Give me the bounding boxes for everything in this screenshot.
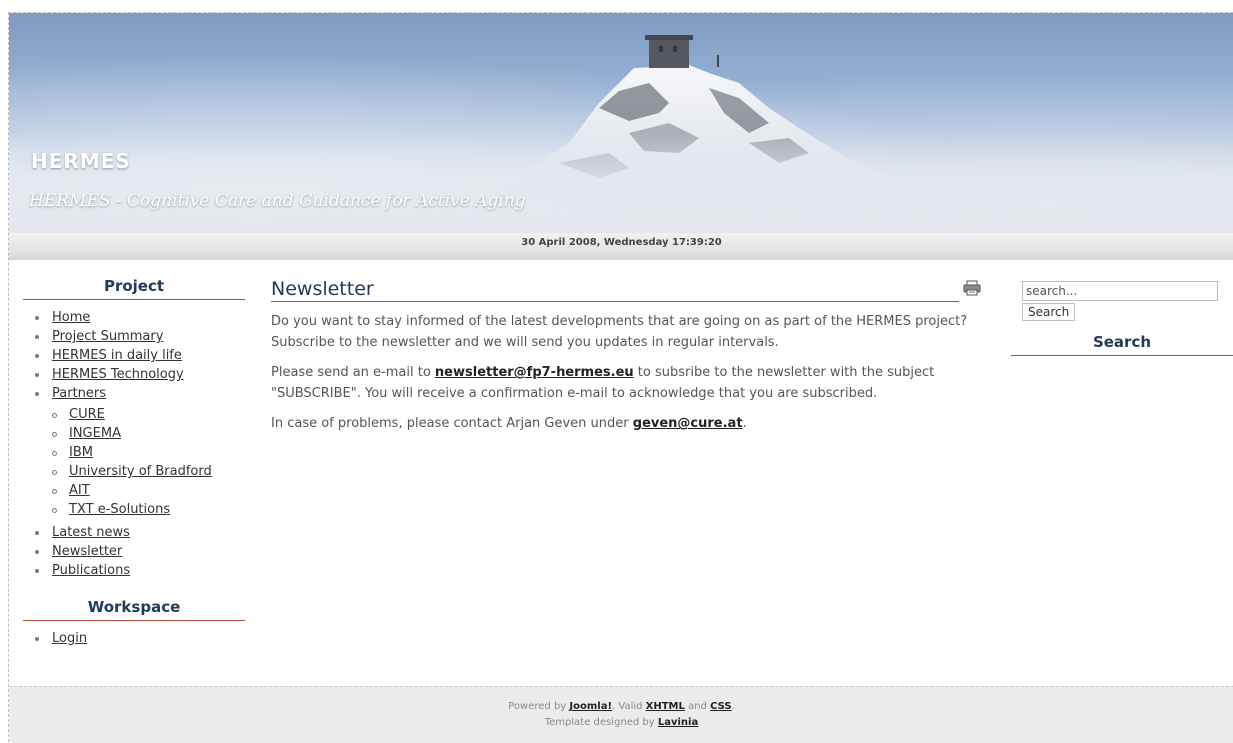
footer-line-1: Powered by Joomla!. Valid XHTML and CSS.: [9, 699, 1233, 715]
powered-by-text: Powered by: [508, 701, 570, 712]
workspace-module-title: Workspace: [23, 598, 245, 621]
valid-text: . Valid: [612, 701, 646, 712]
paragraph-2-text-before: Please send an e-mail to: [271, 365, 435, 380]
menu-link-partners[interactable]: Partners: [52, 386, 106, 401]
menu-item-partners: Partners CURE INGEMA IBM University of B…: [35, 384, 245, 519]
template-by-text: Template designed by: [544, 717, 658, 728]
menu-link-latest-news[interactable]: Latest news: [52, 525, 130, 540]
css-link[interactable]: CSS: [710, 701, 731, 712]
article-paragraph-1: Do you want to stay informed of the late…: [271, 314, 968, 350]
submenu-link-txt[interactable]: TXT e-Solutions: [69, 502, 170, 517]
submenu-link-bradford[interactable]: University of Bradford: [69, 464, 212, 479]
article-title: Newsletter: [271, 278, 959, 302]
submenu-link-ait[interactable]: AIT: [69, 483, 90, 498]
menu-item-latest-news: Latest news: [35, 523, 245, 542]
date-bar: 30 April 2008, Wednesday 17:39:20: [9, 233, 1233, 260]
menu-item-newsletter: Newsletter: [35, 542, 245, 561]
menu-item-project-summary: Project Summary: [35, 327, 245, 346]
article-paragraph-3: In case of problems, please contact Arja…: [271, 413, 981, 434]
search-button[interactable]: Search: [1022, 303, 1076, 321]
submenu-link-ingema[interactable]: INGEMA: [69, 426, 121, 441]
menu-link-publications[interactable]: Publications: [52, 563, 130, 578]
menu-link-project-summary[interactable]: Project Summary: [52, 329, 163, 344]
xhtml-link[interactable]: XHTML: [646, 701, 685, 712]
workspace-menu: Login: [23, 629, 245, 648]
project-menu: Home Project Summary HERMES in daily lif…: [23, 308, 245, 580]
submenu-item-bradford: University of Bradford: [52, 462, 245, 481]
right-sidebar: Search Search: [1011, 280, 1233, 364]
site-slogan: HERMES - Cognitive Care and Guidance for…: [29, 191, 526, 211]
current-datetime: 30 April 2008, Wednesday 17:39:20: [521, 237, 722, 248]
and-text: and: [684, 701, 711, 712]
footer: Powered by Joomla!. Valid XHTML and CSS.…: [9, 686, 1233, 743]
submenu-item-cure: CURE: [52, 405, 245, 424]
joomla-link[interactable]: Joomla!: [569, 701, 612, 712]
submenu-link-cure[interactable]: CURE: [69, 407, 105, 422]
paragraph-3-text-before: In case of problems, please contact Arja…: [271, 416, 633, 431]
main-content: Newsletter Do you want to stay informed …: [271, 278, 981, 434]
left-sidebar: Project Home Project Summary HERMES in d…: [23, 277, 245, 648]
submenu-link-ibm[interactable]: IBM: [69, 445, 93, 460]
search-module-title: Search: [1011, 333, 1233, 356]
submenu-item-ibm: IBM: [52, 443, 245, 462]
menu-item-publications: Publications: [35, 561, 245, 580]
partners-submenu: CURE INGEMA IBM University of Bradford A…: [52, 405, 245, 519]
printer-icon[interactable]: [963, 280, 981, 296]
submenu-item-ait: AIT: [52, 481, 245, 500]
menu-link-home[interactable]: Home: [52, 310, 90, 325]
article-paragraph-2: Please send an e-mail to newsletter@fp7-…: [271, 362, 981, 404]
menu-item-daily-life: HERMES in daily life: [35, 346, 245, 365]
header-banner: HERMES HERMES - Cognitive Care and Guida…: [9, 13, 1233, 233]
newsletter-email-link[interactable]: newsletter@fp7-hermes.eu: [435, 365, 634, 380]
submenu-item-ingema: INGEMA: [52, 424, 245, 443]
submenu-item-txt: TXT e-Solutions: [52, 500, 245, 519]
menu-item-login: Login: [35, 629, 245, 648]
page: HERMES HERMES - Cognitive Care and Guida…: [8, 12, 1233, 743]
menu-link-daily-life[interactable]: HERMES in daily life: [52, 348, 182, 363]
paragraph-3-text-after: .: [742, 416, 747, 431]
contact-email-link[interactable]: geven@cure.at: [633, 416, 743, 431]
menu-link-login[interactable]: Login: [52, 631, 87, 646]
footer-line-2: Template designed by Lavinia: [9, 715, 1233, 731]
search-input[interactable]: [1022, 281, 1218, 301]
project-module-title: Project: [23, 277, 245, 300]
menu-link-newsletter[interactable]: Newsletter: [52, 544, 122, 559]
lavinia-link[interactable]: Lavinia: [658, 717, 698, 728]
menu-item-technology: HERMES Technology: [35, 365, 245, 384]
menu-item-home: Home: [35, 308, 245, 327]
site-title: HERMES: [31, 149, 131, 173]
period-text: .: [731, 701, 735, 712]
menu-link-technology[interactable]: HERMES Technology: [52, 367, 184, 382]
